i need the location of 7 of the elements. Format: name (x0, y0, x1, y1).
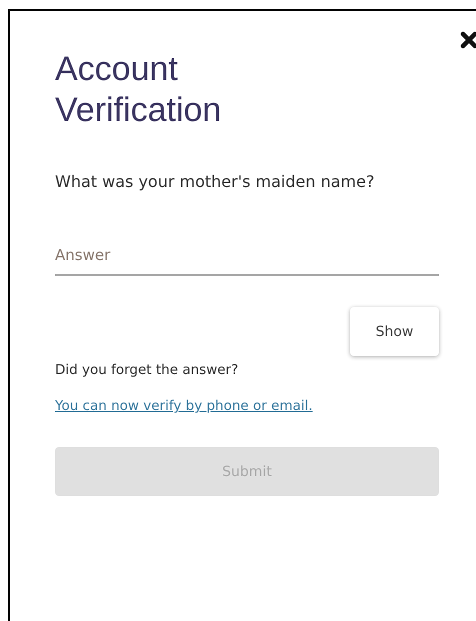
close-icon[interactable] (460, 31, 476, 49)
dialog-title: Account Verification (55, 49, 222, 131)
verify-link[interactable]: You can now verify by phone or email. (55, 398, 313, 414)
answer-field[interactable]: Answer (55, 246, 439, 276)
forgot-text: Did you forget the answer? (55, 362, 240, 378)
show-button[interactable]: Show (350, 307, 439, 356)
question-text: What was your mother's maiden name? (55, 171, 376, 193)
